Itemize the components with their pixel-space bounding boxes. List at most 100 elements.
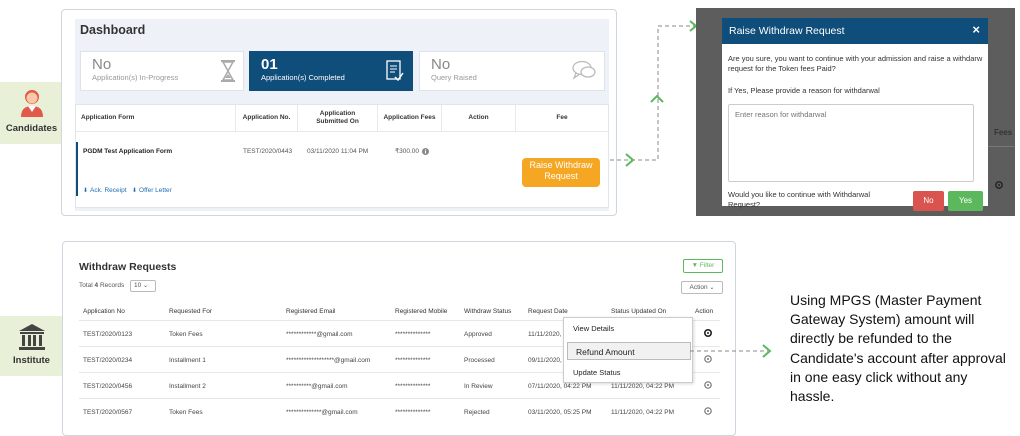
ack-receipt-label: Ack. Receipt — [90, 186, 127, 194]
row-app-no: TEST/2020/0443 — [243, 147, 293, 155]
connector-arrow — [690, 344, 772, 358]
th-application-form: Application Form — [76, 105, 236, 131]
menu-refund-amount[interactable]: Refund Amount — [567, 342, 691, 360]
candidates-role-badge: Candidates — [0, 82, 63, 144]
cell-email: **************@gmail.com — [286, 408, 358, 416]
th-action: Action — [695, 307, 714, 315]
cell-app-no: TEST/2020/0456 — [83, 382, 133, 390]
modal-header: Raise Withdraw Request × — [722, 18, 988, 44]
th-fee: Fee — [556, 113, 568, 121]
th-submitted-on: Application Submitted On — [298, 105, 378, 131]
th-application-fees: Application Fees — [378, 105, 442, 131]
connector-arrow — [610, 20, 698, 167]
row-fees: ₹300.00 — [395, 144, 430, 158]
candidate-person-icon — [20, 90, 43, 117]
total-label: Total — [79, 282, 93, 289]
menu-view-details[interactable]: View Details — [564, 320, 694, 338]
filter-button[interactable]: ▼ Filter — [683, 259, 723, 273]
page-size-select[interactable]: 10 ⌄ — [130, 280, 156, 292]
gear-icon[interactable] — [703, 328, 713, 338]
table-row: TEST/2020/0567 Token Fees **************… — [79, 398, 720, 424]
cell-requested-for: Installment 2 — [169, 382, 206, 390]
institute-building-icon — [18, 324, 45, 350]
institute-label: Institute — [13, 355, 50, 366]
action-dropdown-label: Action — [689, 284, 708, 291]
candidates-label: Candidates — [5, 123, 58, 134]
ack-receipt-link[interactable]: ⬇ Ack. Receipt — [83, 185, 127, 195]
th-withdraw-status: Withdraw Status — [464, 307, 512, 315]
query-count: No — [431, 56, 451, 73]
download-icon: ⬇ — [83, 187, 89, 194]
cell-email: *******************@gmail.com — [286, 356, 371, 364]
total-records: Total 4 Records — [79, 282, 124, 289]
cell-status-updated: 11/11/2020, 04:22 PM — [611, 408, 675, 416]
row-accent-bar — [76, 142, 78, 196]
cell-mobile: ************** — [395, 330, 431, 338]
cell-requested-for: Token Fees — [169, 330, 203, 338]
behind-divider — [988, 146, 1015, 147]
row-submitted: 03/11/2020 11:04 PM — [307, 147, 369, 155]
th-mobile: Registered Mobile — [395, 307, 448, 315]
gear-icon[interactable] — [703, 380, 713, 390]
cell-mobile: ************** — [395, 356, 431, 364]
withdraw-modal: Raise Withdraw Request × Are you sure, y… — [722, 18, 988, 211]
th-application-no: Application No. — [236, 105, 298, 131]
row-action-menu: View Details Refund Amount Update Status — [563, 317, 693, 383]
page-size-value: 10 — [134, 282, 142, 289]
cell-request-date: 03/11/2020, 05:25 PM — [528, 408, 592, 416]
th-request-date: Request Date — [528, 307, 568, 315]
action-dropdown[interactable]: Action ⌄ — [681, 281, 723, 294]
dashboard-panel: Dashboard No Application(s) In-Progress … — [61, 9, 617, 216]
cell-requested-for: Installment 1 — [169, 356, 206, 364]
cell-requested-for: Token Fees — [169, 408, 203, 416]
cell-status: Processed — [464, 356, 495, 364]
behind-gear-icon — [995, 181, 1003, 189]
th-app-no: Application No — [83, 307, 125, 315]
total-count: 4 — [94, 282, 99, 289]
institute-role-badge: Institute — [0, 316, 63, 376]
applications-table: Application Form Application No. Applica… — [75, 104, 609, 208]
cell-status: Approved — [464, 330, 492, 338]
inprogress-count: No — [92, 56, 112, 73]
cell-status: In Review — [464, 382, 493, 390]
cell-mobile: ************** — [395, 382, 431, 390]
completed-card[interactable]: 01 Application(s) Completed — [249, 51, 413, 91]
query-card[interactable]: No Query Raised — [419, 51, 605, 91]
dashboard-title: Dashboard — [80, 23, 146, 37]
query-label: Query Raised — [431, 73, 477, 82]
offer-letter-link[interactable]: ⬇ Offer Letter — [132, 185, 172, 195]
behind-fees-header: Fees — [994, 128, 1013, 137]
yes-button[interactable]: Yes — [948, 191, 983, 211]
close-icon[interactable]: × — [972, 22, 980, 37]
chat-bubbles-icon — [572, 60, 596, 80]
cell-email: **********@gmail.com — [286, 382, 348, 390]
withdraw-title: Withdraw Requests — [79, 261, 177, 273]
th-action: Action — [442, 105, 516, 131]
chevron-down-icon: ⌄ — [143, 283, 149, 289]
cell-email: ************@gmail.com — [286, 330, 353, 338]
modal-question: Are you sure, you want to continue with … — [728, 54, 983, 73]
confirm-text: Would you like to continue with Withdarw… — [728, 190, 871, 209]
inprogress-card[interactable]: No Application(s) In-Progress — [80, 51, 244, 91]
inprogress-label: Application(s) In-Progress — [92, 73, 179, 82]
raise-withdraw-button[interactable]: Raise Withdraw Request — [522, 158, 600, 187]
records-label: Records — [99, 282, 125, 289]
refund-description: Using MPGS (Master Payment Gateway Syste… — [790, 292, 1006, 404]
reason-label: If Yes, Please provide a reason for with… — [728, 86, 880, 95]
modal-overlay: Fees Raise Withdraw Request × Are you su… — [696, 8, 1015, 216]
th-email: Registered Email — [286, 307, 336, 315]
filter-label: Filter — [699, 262, 715, 269]
completed-count: 01 — [261, 56, 278, 73]
cell-app-no: TEST/2020/0123 — [83, 330, 133, 338]
no-button[interactable]: No — [913, 191, 944, 211]
completed-label: Application(s) Completed — [261, 73, 345, 82]
chevron-down-icon: ⌄ — [709, 285, 715, 291]
gear-icon[interactable] — [703, 406, 713, 416]
offer-letter-label: Offer Letter — [139, 186, 172, 194]
reason-textarea[interactable] — [728, 104, 974, 182]
menu-update-status[interactable]: Update Status — [564, 364, 694, 382]
info-icon[interactable] — [422, 147, 430, 155]
dashboard-body: Dashboard No Application(s) In-Progress … — [75, 19, 609, 211]
row-form-name: PGDM Test Application Form — [83, 147, 173, 155]
row-fees-value: ₹300.00 — [395, 148, 420, 155]
